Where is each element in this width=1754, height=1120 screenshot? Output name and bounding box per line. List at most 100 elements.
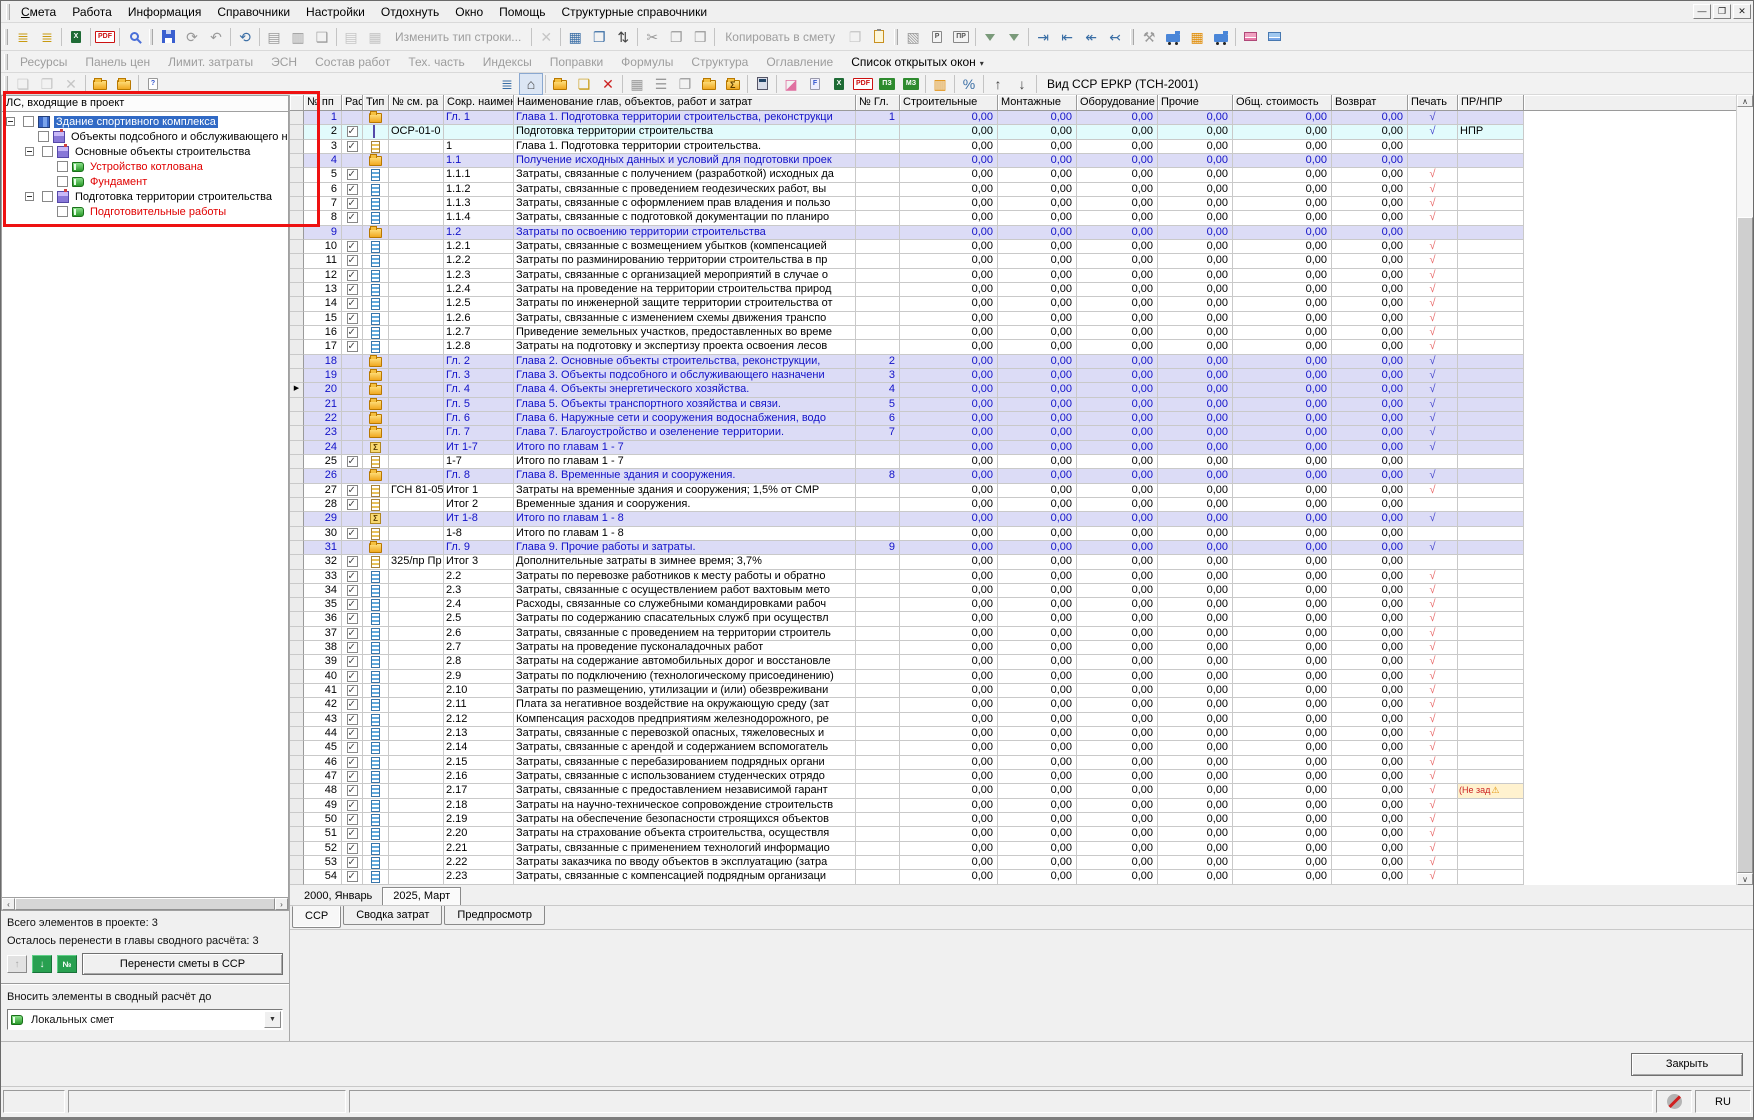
grid-row[interactable]: 19Гл. 3Глава 3. Объекты подсобного и обс… bbox=[290, 369, 1736, 383]
row-checkbox[interactable] bbox=[347, 828, 358, 839]
grid-row[interactable]: 442.13Затраты, связанные с перевозкой оп… bbox=[290, 727, 1736, 741]
grid-row[interactable]: 101.2.1Затраты, связанные с возмещением … bbox=[290, 240, 1736, 254]
grid-row[interactable]: 382.7Затраты на проведение пусконаладочн… bbox=[290, 641, 1736, 655]
row-checkbox[interactable] bbox=[347, 742, 358, 753]
tree-checkbox[interactable] bbox=[38, 131, 49, 142]
row-checkbox[interactable] bbox=[347, 571, 358, 582]
grid-row[interactable]: 131.2.4Затраты на проведение на территор… bbox=[290, 283, 1736, 297]
recalc-icon[interactable]: ▦ bbox=[563, 26, 587, 48]
scroll-up-icon[interactable]: ∧ bbox=[1737, 95, 1753, 107]
row-checkbox[interactable] bbox=[347, 212, 358, 223]
row-checkbox[interactable] bbox=[347, 284, 358, 295]
scroll-thumb[interactable] bbox=[1737, 217, 1753, 873]
row-checkbox[interactable] bbox=[347, 327, 358, 338]
xml-pz-icon[interactable]: ПЗ bbox=[875, 73, 899, 95]
paste-structure-child-icon[interactable]: ≣ bbox=[35, 26, 59, 48]
grid-row[interactable]: 532.22Затраты заказчика по вводу объекто… bbox=[290, 856, 1736, 870]
row-checkbox[interactable] bbox=[347, 485, 358, 496]
column-header-name[interactable]: Наименование глав, объектов, работ и зат… bbox=[514, 95, 856, 111]
row-checkbox[interactable] bbox=[347, 198, 358, 209]
grid-row[interactable]: 32325/пр ПрИтог 3Дополнительные затраты … bbox=[290, 555, 1736, 569]
grid-row[interactable]: 151.2.6Затраты, связанные с изменением с… bbox=[290, 312, 1736, 326]
help-icon[interactable]: ? bbox=[141, 73, 165, 95]
excel-icon[interactable]: X bbox=[827, 73, 851, 95]
tree-item[interactable]: Объекты подсобного и обслуживающего назн… bbox=[2, 129, 288, 144]
grid-row[interactable]: 502.19Затраты на обеспечение безопасност… bbox=[290, 813, 1736, 827]
row-checkbox[interactable] bbox=[347, 456, 358, 467]
grid-row[interactable]: 23Гл. 7Глава 7. Благоустройство и озелен… bbox=[290, 426, 1736, 440]
undo-icon[interactable]: ↶ bbox=[204, 26, 228, 48]
row-checkbox[interactable] bbox=[347, 699, 358, 710]
pdf-icon[interactable]: PDF bbox=[851, 73, 875, 95]
grid-row[interactable]: 26Гл. 8Глава 8. Временные здания и соору… bbox=[290, 469, 1736, 483]
view-tab-сср[interactable]: ССР bbox=[292, 906, 341, 928]
grid-row[interactable]: 402.9Затраты по подключению (технологиче… bbox=[290, 670, 1736, 684]
tree-expander-icon[interactable] bbox=[25, 147, 34, 156]
grid-row[interactable]: 472.16Затраты, связанные с использование… bbox=[290, 770, 1736, 784]
column-header-c2[interactable]: Монтажные bbox=[998, 95, 1077, 111]
row-checkbox[interactable] bbox=[347, 628, 358, 639]
delete-red-icon[interactable]: ✕ bbox=[596, 73, 620, 95]
column-header-n[interactable]: № пп bbox=[304, 95, 342, 111]
menu-настройки[interactable]: Настройки bbox=[298, 3, 373, 21]
row-checkbox[interactable] bbox=[347, 757, 358, 768]
row-checkbox[interactable] bbox=[347, 613, 358, 624]
sort-rows-icon[interactable]: ⇅ bbox=[611, 26, 635, 48]
contents-icon[interactable]: ☰ bbox=[649, 73, 673, 95]
tree-checkbox[interactable] bbox=[57, 161, 68, 172]
tree-checkbox[interactable] bbox=[57, 206, 68, 217]
truck-icon[interactable] bbox=[1161, 26, 1185, 48]
row-checkbox[interactable] bbox=[347, 800, 358, 811]
doc-transfer-icon[interactable]: ❐ bbox=[587, 26, 611, 48]
row-checkbox[interactable] bbox=[347, 556, 358, 567]
grid-row[interactable]: 482.17Затраты, связанные с предоставлени… bbox=[290, 784, 1736, 798]
grid-row[interactable]: ▶20Гл. 4Глава 4. Объекты энергетического… bbox=[290, 383, 1736, 397]
grid-row[interactable]: 251-7Итого по главам 1 - 70,000,000,000,… bbox=[290, 455, 1736, 469]
row-checkbox[interactable] bbox=[347, 169, 358, 180]
menu-помощь[interactable]: Помощь bbox=[491, 3, 553, 21]
row-checkbox[interactable] bbox=[347, 857, 358, 868]
column-header-pr[interactable]: ПР/НПР bbox=[1458, 95, 1524, 111]
norm-base-icon[interactable]: ▧ bbox=[901, 26, 925, 48]
tree-item[interactable]: Устройство котлована bbox=[2, 159, 288, 174]
book-icon[interactable]: ▥ bbox=[928, 73, 952, 95]
grid-row[interactable]: 412.10Затраты по размещению, утилизации … bbox=[290, 684, 1736, 698]
scroll-left-icon[interactable]: ‹ bbox=[2, 898, 15, 910]
row-checkbox[interactable] bbox=[347, 341, 358, 352]
row-checkbox[interactable] bbox=[347, 298, 358, 309]
minimize-button[interactable]: — bbox=[1693, 4, 1711, 19]
column-header-c3[interactable]: Оборудование bbox=[1077, 95, 1158, 111]
row-checkbox[interactable] bbox=[347, 313, 358, 324]
tree-checkbox[interactable] bbox=[23, 116, 34, 127]
row-checkbox[interactable] bbox=[347, 685, 358, 696]
copy-icon[interactable]: ❐ bbox=[664, 26, 688, 48]
grid-row[interactable]: 51.1.1Затраты, связанные с получением (р… bbox=[290, 168, 1736, 182]
pr-mode-icon[interactable]: ПР bbox=[949, 26, 973, 48]
folder-open-icon[interactable] bbox=[697, 73, 721, 95]
tree-item[interactable]: Фундамент bbox=[2, 174, 288, 189]
column-header-print[interactable]: Печать bbox=[1408, 95, 1458, 111]
grid-row[interactable]: 27ГСН 81-05Итог 1Затраты на временные зд… bbox=[290, 484, 1736, 498]
grid-row[interactable]: 492.18Затраты на научно-техническое сопр… bbox=[290, 799, 1736, 813]
menu-работа[interactable]: Работа bbox=[64, 3, 120, 21]
pdf-export-icon[interactable]: PDF bbox=[93, 26, 117, 48]
tools-icon[interactable]: ⚒ bbox=[1137, 26, 1161, 48]
column-header-c4[interactable]: Прочие bbox=[1158, 95, 1233, 111]
menu-смета[interactable]: Смета bbox=[13, 3, 64, 21]
row-checkbox[interactable] bbox=[347, 728, 358, 739]
view-mode-label[interactable]: Вид ССР ЕРКР (ТСН-2001) bbox=[1039, 75, 1206, 93]
row-checkbox[interactable] bbox=[347, 814, 358, 825]
column-header-ind[interactable] bbox=[290, 95, 304, 111]
paste-structure-icon[interactable]: ≣ bbox=[11, 26, 35, 48]
structure-tree-icon[interactable]: ≣ bbox=[495, 73, 519, 95]
column-header-c6[interactable]: Возврат bbox=[1332, 95, 1408, 111]
move-up-button[interactable]: ↑ bbox=[7, 955, 27, 973]
close-button[interactable]: ✕ bbox=[1733, 4, 1751, 19]
grid-row[interactable]: 1Гл. 1Глава 1. Подготовка территории стр… bbox=[290, 111, 1736, 125]
grid-row[interactable]: 18Гл. 2Глава 2. Основные объекты строите… bbox=[290, 355, 1736, 369]
eraser-icon[interactable]: ◪ bbox=[779, 73, 803, 95]
outdent-icon[interactable]: ↞ bbox=[1079, 26, 1103, 48]
menu-отдохнуть[interactable]: Отдохнуть bbox=[373, 3, 447, 21]
row-checkbox[interactable] bbox=[347, 656, 358, 667]
grid-row[interactable]: 121.2.3Затраты, связанные с организацией… bbox=[290, 269, 1736, 283]
